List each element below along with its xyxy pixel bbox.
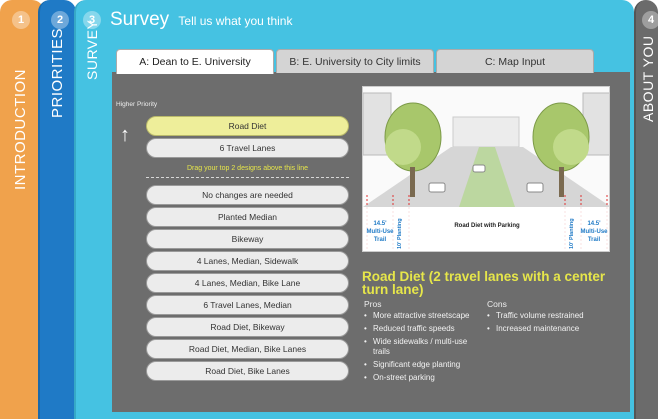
step-priorities-rail[interactable]: 2 PRIORITIES	[38, 0, 76, 419]
step-number-badge: 2	[51, 11, 69, 29]
con-item: Traffic volume restrained	[487, 311, 617, 321]
survey-subtitle: Tell us what you think	[178, 14, 293, 28]
design-title: Road Diet (2 travel lanes with a center …	[362, 269, 606, 297]
street-cross-section-image: 14.5' Multi-Use Trail 10' Planting Road …	[362, 86, 610, 252]
design-option-pill[interactable]: 4 Lanes, Median, Bike Lane	[146, 273, 349, 293]
step-survey-label: SURVEY	[84, 19, 100, 80]
step-priorities-label: PRIORITIES	[49, 27, 66, 118]
pro-item: On-street parking	[364, 373, 484, 383]
design-option-pill[interactable]: No changes are needed	[146, 185, 349, 205]
step-number-badge: 1	[12, 11, 30, 29]
cons-list: Traffic volume restrained Increased main…	[487, 311, 617, 337]
left-planting-label: 10' Planting	[397, 218, 403, 249]
tab-segment-b[interactable]: B: E. University to City limits	[276, 49, 434, 73]
priority-hint: Higher Priority	[116, 101, 158, 108]
cons-heading: Cons	[487, 299, 507, 309]
pros-heading: Pros	[364, 299, 382, 309]
step-about-label: ABOUT YOU	[640, 35, 656, 122]
right-planting-label: 10' Planting	[569, 218, 575, 249]
con-item: Increased maintenance	[487, 324, 617, 334]
top-choice-pill[interactable]: 6 Travel Lanes	[146, 138, 349, 158]
design-option-pill[interactable]: 4 Lanes, Median, Sidewalk	[146, 251, 349, 271]
drag-hint: Drag your top 2 designs above this line	[186, 165, 309, 172]
step-intro-label: INTRODUCTION	[12, 69, 29, 190]
design-option-pill[interactable]: Road Diet, Bikeway	[146, 317, 349, 337]
design-option-pill[interactable]: Road Diet, Bike Lanes	[146, 361, 349, 381]
arrow-up-icon: ↑	[120, 124, 130, 146]
step-about-rail[interactable]: 4 ABOUT YOU	[634, 0, 658, 419]
design-option-pill[interactable]: Bikeway	[146, 229, 349, 249]
tab-map-input[interactable]: C: Map Input	[436, 49, 594, 73]
page-title: Survey Tell us what you think	[110, 9, 292, 31]
tab-segment-a[interactable]: A: Dean to E. University	[116, 49, 274, 74]
left-trail-word: Trail	[374, 237, 387, 243]
top-choice-pill[interactable]: Road Diet	[146, 116, 349, 136]
right-trail-width: 14.5'	[587, 221, 601, 227]
pro-item: More attractive streetscape	[364, 311, 484, 321]
street-illustration: 14.5' Multi-Use Trail 10' Planting Road …	[363, 87, 609, 251]
design-option-pill[interactable]: Road Diet, Median, Bike Lanes	[146, 339, 349, 359]
right-trail-word: Trail	[588, 237, 601, 243]
pro-item: Significant edge planting	[364, 360, 484, 370]
left-trail-type: Multi-Use	[367, 229, 395, 235]
center-lane-label: Road Diet with Parking	[454, 223, 520, 229]
step-number-badge: 4	[642, 11, 658, 29]
pro-item: Reduced traffic speeds	[364, 324, 484, 334]
pro-item: Wide sidewalks / multi-use trails	[364, 337, 484, 357]
left-trail-width: 14.5'	[373, 221, 387, 227]
pros-list: More attractive streetscape Reduced traf…	[364, 311, 484, 386]
design-option-pill[interactable]: Planted Median	[146, 207, 349, 227]
survey-title-text: Survey	[110, 9, 170, 30]
priority-divider	[146, 177, 349, 178]
right-trail-type: Multi-Use	[581, 229, 609, 235]
design-option-pill[interactable]: 6 Travel Lanes, Median	[146, 295, 349, 315]
